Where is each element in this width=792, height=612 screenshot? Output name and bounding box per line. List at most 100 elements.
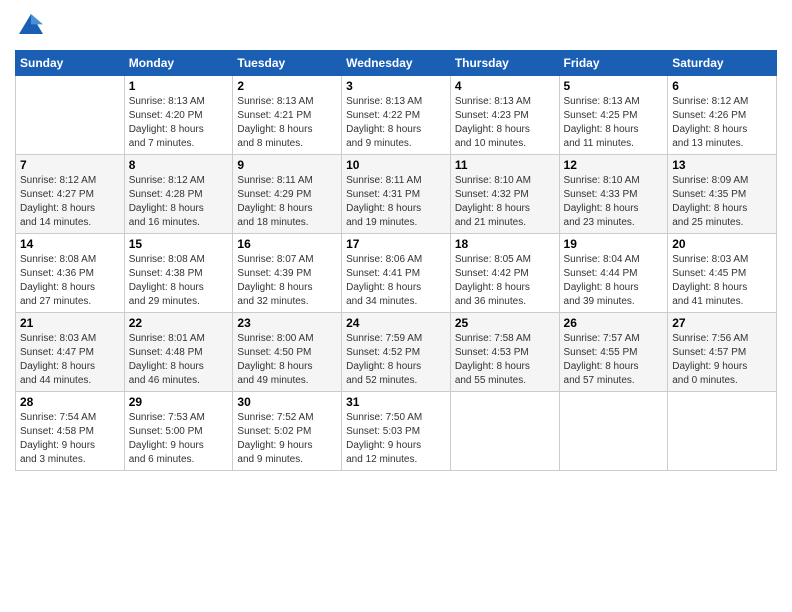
day-info: Sunrise: 8:00 AM Sunset: 4:50 PM Dayligh…: [237, 332, 337, 388]
weekday-header-thursday: Thursday: [450, 51, 559, 76]
calendar-cell: 2 Sunrise: 8:13 AM Sunset: 4:21 PM Daylig…: [233, 76, 342, 155]
day-info: Sunrise: 7:56 AM Sunset: 4:57 PM Dayligh…: [672, 332, 772, 388]
day-number: 27: [672, 316, 772, 330]
day-info: Sunrise: 8:09 AM Sunset: 4:35 PM Dayligh…: [672, 174, 772, 230]
day-info: Sunrise: 8:01 AM Sunset: 4:48 PM Dayligh…: [129, 332, 229, 388]
day-number: 20: [672, 237, 772, 251]
calendar-cell: 5 Sunrise: 8:13 AM Sunset: 4:25 PM Daylig…: [559, 76, 668, 155]
day-number: 22: [129, 316, 229, 330]
calendar-cell: 1 Sunrise: 8:13 AM Sunset: 4:20 PM Daylig…: [124, 76, 233, 155]
day-info: Sunrise: 7:50 AM Sunset: 5:03 PM Dayligh…: [346, 411, 446, 467]
day-info: Sunrise: 8:11 AM Sunset: 4:29 PM Dayligh…: [237, 174, 337, 230]
calendar-cell: 13 Sunrise: 8:09 AM Sunset: 4:35 PM Dayli…: [668, 155, 777, 234]
day-number: 11: [455, 158, 555, 172]
day-number: 4: [455, 79, 555, 93]
calendar-cell: 27 Sunrise: 7:56 AM Sunset: 4:57 PM Dayli…: [668, 313, 777, 392]
day-info: Sunrise: 7:59 AM Sunset: 4:52 PM Dayligh…: [346, 332, 446, 388]
day-number: 2: [237, 79, 337, 93]
week-row-3: 14 Sunrise: 8:08 AM Sunset: 4:36 PM Dayli…: [16, 234, 777, 313]
day-number: 14: [20, 237, 120, 251]
weekday-header-monday: Monday: [124, 51, 233, 76]
calendar-cell: 30 Sunrise: 7:52 AM Sunset: 5:02 PM Dayli…: [233, 392, 342, 471]
day-number: 16: [237, 237, 337, 251]
weekday-header-row: SundayMondayTuesdayWednesdayThursdayFrid…: [16, 51, 777, 76]
day-info: Sunrise: 8:13 AM Sunset: 4:21 PM Dayligh…: [237, 95, 337, 151]
calendar-cell: 11 Sunrise: 8:10 AM Sunset: 4:32 PM Dayli…: [450, 155, 559, 234]
calendar-cell: 25 Sunrise: 7:58 AM Sunset: 4:53 PM Dayli…: [450, 313, 559, 392]
day-number: 7: [20, 158, 120, 172]
calendar-cell: 28Sunrise: 7:54 AM Sunset: 4:58 PM Dayli…: [16, 392, 125, 471]
calendar: SundayMondayTuesdayWednesdayThursdayFrid…: [15, 50, 777, 471]
day-info: Sunrise: 7:58 AM Sunset: 4:53 PM Dayligh…: [455, 332, 555, 388]
week-row-5: 28Sunrise: 7:54 AM Sunset: 4:58 PM Dayli…: [16, 392, 777, 471]
day-number: 31: [346, 395, 446, 409]
calendar-cell: 7 Sunrise: 8:12 AM Sunset: 4:27 PM Daylig…: [16, 155, 125, 234]
calendar-cell: 26 Sunrise: 7:57 AM Sunset: 4:55 PM Dayli…: [559, 313, 668, 392]
day-info: Sunrise: 8:11 AM Sunset: 4:31 PM Dayligh…: [346, 174, 446, 230]
day-number: 24: [346, 316, 446, 330]
calendar-cell: [668, 392, 777, 471]
day-number: 1: [129, 79, 229, 93]
day-number: 19: [564, 237, 664, 251]
day-info: Sunrise: 8:08 AM Sunset: 4:36 PM Dayligh…: [20, 253, 120, 309]
day-number: 21: [20, 316, 120, 330]
calendar-cell: 12 Sunrise: 8:10 AM Sunset: 4:33 PM Dayli…: [559, 155, 668, 234]
day-number: 3: [346, 79, 446, 93]
header: [15, 10, 777, 42]
calendar-cell: 4 Sunrise: 8:13 AM Sunset: 4:23 PM Daylig…: [450, 76, 559, 155]
calendar-cell: 16Sunrise: 8:07 AM Sunset: 4:39 PM Dayli…: [233, 234, 342, 313]
calendar-cell: 8 Sunrise: 8:12 AM Sunset: 4:28 PM Daylig…: [124, 155, 233, 234]
calendar-cell: 31 Sunrise: 7:50 AM Sunset: 5:03 PM Dayli…: [342, 392, 451, 471]
weekday-header-wednesday: Wednesday: [342, 51, 451, 76]
day-info: Sunrise: 8:10 AM Sunset: 4:33 PM Dayligh…: [564, 174, 664, 230]
day-info: Sunrise: 8:05 AM Sunset: 4:42 PM Dayligh…: [455, 253, 555, 309]
day-info: Sunrise: 8:13 AM Sunset: 4:20 PM Dayligh…: [129, 95, 229, 151]
calendar-cell: 10Sunrise: 8:11 AM Sunset: 4:31 PM Dayli…: [342, 155, 451, 234]
day-info: Sunrise: 8:13 AM Sunset: 4:22 PM Dayligh…: [346, 95, 446, 151]
week-row-2: 7 Sunrise: 8:12 AM Sunset: 4:27 PM Daylig…: [16, 155, 777, 234]
page: SundayMondayTuesdayWednesdayThursdayFrid…: [0, 0, 792, 612]
day-info: Sunrise: 8:06 AM Sunset: 4:41 PM Dayligh…: [346, 253, 446, 309]
calendar-cell: [450, 392, 559, 471]
day-info: Sunrise: 7:54 AM Sunset: 4:58 PM Dayligh…: [20, 411, 120, 467]
day-info: Sunrise: 7:57 AM Sunset: 4:55 PM Dayligh…: [564, 332, 664, 388]
weekday-header-tuesday: Tuesday: [233, 51, 342, 76]
day-number: 29: [129, 395, 229, 409]
day-info: Sunrise: 7:53 AM Sunset: 5:00 PM Dayligh…: [129, 411, 229, 467]
calendar-cell: 21 Sunrise: 8:03 AM Sunset: 4:47 PM Dayli…: [16, 313, 125, 392]
day-number: 6: [672, 79, 772, 93]
day-number: 8: [129, 158, 229, 172]
day-number: 5: [564, 79, 664, 93]
day-info: Sunrise: 8:08 AM Sunset: 4:38 PM Dayligh…: [129, 253, 229, 309]
week-row-1: 1 Sunrise: 8:13 AM Sunset: 4:20 PM Daylig…: [16, 76, 777, 155]
day-number: 23: [237, 316, 337, 330]
calendar-cell: 17Sunrise: 8:06 AM Sunset: 4:41 PM Dayli…: [342, 234, 451, 313]
day-number: 18: [455, 237, 555, 251]
day-number: 12: [564, 158, 664, 172]
day-info: Sunrise: 8:13 AM Sunset: 4:23 PM Dayligh…: [455, 95, 555, 151]
logo-icon: [15, 10, 47, 42]
calendar-cell: 9 Sunrise: 8:11 AM Sunset: 4:29 PM Daylig…: [233, 155, 342, 234]
day-info: Sunrise: 8:12 AM Sunset: 4:26 PM Dayligh…: [672, 95, 772, 151]
calendar-cell: 15Sunrise: 8:08 AM Sunset: 4:38 PM Dayli…: [124, 234, 233, 313]
calendar-cell: 23 Sunrise: 8:00 AM Sunset: 4:50 PM Dayli…: [233, 313, 342, 392]
calendar-cell: 29 Sunrise: 7:53 AM Sunset: 5:00 PM Dayli…: [124, 392, 233, 471]
day-info: Sunrise: 8:12 AM Sunset: 4:28 PM Dayligh…: [129, 174, 229, 230]
day-info: Sunrise: 8:03 AM Sunset: 4:45 PM Dayligh…: [672, 253, 772, 309]
day-number: 30: [237, 395, 337, 409]
day-info: Sunrise: 8:10 AM Sunset: 4:32 PM Dayligh…: [455, 174, 555, 230]
day-info: Sunrise: 8:13 AM Sunset: 4:25 PM Dayligh…: [564, 95, 664, 151]
calendar-cell: 14 Sunrise: 8:08 AM Sunset: 4:36 PM Dayli…: [16, 234, 125, 313]
calendar-cell: 24 Sunrise: 7:59 AM Sunset: 4:52 PM Dayli…: [342, 313, 451, 392]
weekday-header-sunday: Sunday: [16, 51, 125, 76]
day-info: Sunrise: 7:52 AM Sunset: 5:02 PM Dayligh…: [237, 411, 337, 467]
day-number: 26: [564, 316, 664, 330]
calendar-cell: 6 Sunrise: 8:12 AM Sunset: 4:26 PM Daylig…: [668, 76, 777, 155]
day-number: 13: [672, 158, 772, 172]
day-number: 9: [237, 158, 337, 172]
calendar-cell: 20 Sunrise: 8:03 AM Sunset: 4:45 PM Dayli…: [668, 234, 777, 313]
day-info: Sunrise: 8:12 AM Sunset: 4:27 PM Dayligh…: [20, 174, 120, 230]
day-info: Sunrise: 8:03 AM Sunset: 4:47 PM Dayligh…: [20, 332, 120, 388]
weekday-header-saturday: Saturday: [668, 51, 777, 76]
day-number: 25: [455, 316, 555, 330]
